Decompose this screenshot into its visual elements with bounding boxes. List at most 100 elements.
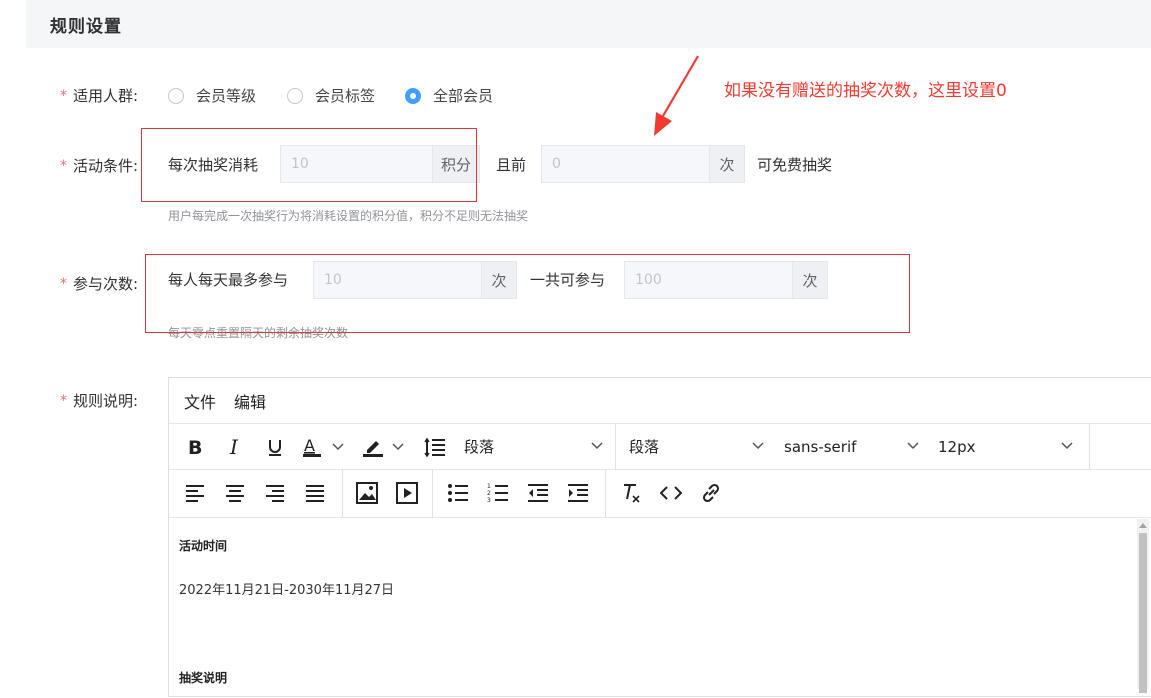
video-icon: [396, 482, 418, 504]
numbered-list-icon: 123: [487, 483, 508, 503]
participation-label: 参与次数:: [73, 275, 139, 293]
svg-text:1: 1: [487, 483, 491, 490]
required-mark: *: [60, 393, 67, 409]
annotation-arrow: [654, 55, 699, 136]
highlight-color-button[interactable]: [360, 432, 406, 462]
editor-toolbar-row-2: 123: [169, 470, 1151, 518]
underline-icon: [269, 440, 281, 456]
align-left-icon: [186, 485, 204, 502]
radio-circle[interactable]: [287, 87, 303, 104]
image-icon: [356, 482, 378, 504]
svg-text:A: A: [304, 436, 315, 455]
text-color-button[interactable]: A: [300, 432, 346, 462]
annotation-text: 如果没有赠送的抽奖次数，这里设置0: [724, 81, 1007, 101]
scrollbar-thumb[interactable]: [1139, 533, 1147, 693]
insert-image-button[interactable]: [352, 478, 382, 508]
required-mark: *: [60, 276, 67, 292]
align-right-icon: [266, 485, 284, 502]
menu-file[interactable]: 文件: [184, 389, 216, 413]
bullet-list-button[interactable]: [443, 478, 473, 508]
bold-button[interactable]: B: [180, 432, 210, 462]
free-times-input[interactable]: [542, 146, 709, 182]
editor-content[interactable]: 活动时间 2022年11月21日-2030年11月27日 抽奖说明: [169, 518, 1139, 698]
align-justify-icon: [306, 485, 324, 502]
scroll-up-arrow-icon[interactable]: [1139, 522, 1147, 528]
underline-button[interactable]: [260, 432, 290, 462]
editor-toolbar-row-1: B I A 段落 段落 sans-serif 12px: [169, 424, 1151, 470]
radio-circle-checked[interactable]: [405, 87, 421, 104]
chevron-down-icon: [907, 442, 919, 450]
rules-label: 规则说明:: [73, 392, 139, 410]
align-left-button[interactable]: [180, 478, 210, 508]
content-time-range: 2022年11月21日-2030年11月27日: [179, 583, 395, 598]
align-right-button[interactable]: [260, 478, 290, 508]
radio-member-level[interactable]: 会员等级: [168, 85, 256, 106]
svg-text:2: 2: [487, 490, 491, 497]
rich-text-editor: 文件 编辑 B I A 段落 段落 sans-serif 12px 1 2 3 …: [168, 377, 1151, 697]
align-justify-button[interactable]: [300, 478, 330, 508]
chevron-down-icon: [752, 442, 764, 450]
clear-format-icon: [624, 484, 640, 503]
chevron-down-icon: [591, 442, 603, 450]
numbered-list-button[interactable]: 123: [483, 478, 513, 508]
insert-media-button[interactable]: [392, 478, 422, 508]
radio-label: 全部会员: [433, 87, 494, 105]
line-height-icon: [424, 437, 445, 458]
menu-edit[interactable]: 编辑: [234, 389, 266, 413]
code-icon: [660, 486, 682, 500]
text-color-icon: A: [303, 436, 344, 457]
outdent-icon: [528, 484, 548, 502]
paragraph-value: 段落: [629, 438, 660, 456]
block-format-dropdown[interactable]: 段落: [464, 424, 614, 469]
free-unit: 次: [709, 146, 744, 182]
editor-scrollbar[interactable]: [1137, 519, 1149, 693]
content-heading-rules: 抽奖说明: [179, 671, 228, 685]
font-size-dropdown[interactable]: 12px: [938, 424, 1084, 469]
condition-hint: 用户每完成一次抽奖行为将消耗设置的积分值，积分不足则无法抽奖: [168, 209, 529, 223]
section-header: [26, 0, 1151, 48]
block-format-value: 段落: [464, 438, 495, 456]
toolbar-separator: [605, 470, 606, 517]
svg-text:B: B: [188, 437, 202, 457]
content-heading-time: 活动时间: [179, 539, 228, 553]
toolbar-separator: [342, 470, 343, 517]
condition-label: 活动条件:: [73, 157, 139, 175]
highlighter-icon: [363, 441, 404, 457]
insert-link-button[interactable]: [696, 478, 726, 508]
source-code-button[interactable]: [656, 478, 686, 508]
clear-format-button[interactable]: [616, 478, 646, 508]
svg-text:3: 3: [487, 497, 491, 503]
align-center-button[interactable]: [220, 478, 250, 508]
radio-all-members[interactable]: 全部会员: [405, 85, 493, 106]
toolbar-separator: [432, 470, 433, 517]
radio-label: 会员等级: [196, 87, 257, 105]
link-icon: [702, 483, 720, 503]
free-input-group: 次: [541, 145, 745, 183]
svg-text:I: I: [229, 437, 239, 457]
section-title: 规则设置: [50, 17, 122, 37]
condition-suffix: 可免费抽奖: [757, 156, 833, 174]
toolbar-separator: [615, 424, 616, 469]
annotation-box-participation: [145, 254, 910, 333]
indent-icon: [568, 484, 588, 502]
font-size-value: 12px: [938, 437, 976, 456]
italic-button[interactable]: I: [220, 432, 250, 462]
outdent-button[interactable]: [523, 478, 553, 508]
editor-menubar: 文件 编辑: [169, 378, 1151, 424]
annotation-box-points: [141, 128, 477, 202]
radio-circle[interactable]: [168, 87, 184, 104]
align-center-icon: [226, 485, 244, 502]
radio-label: 会员标签: [315, 87, 376, 105]
required-mark: *: [60, 88, 67, 104]
audience-label: 适用人群:: [73, 87, 139, 105]
condition-mid: 且前: [496, 156, 527, 174]
chevron-down-icon: [1061, 442, 1073, 450]
line-height-button[interactable]: [420, 432, 450, 462]
radio-member-tag[interactable]: 会员标签: [287, 85, 375, 106]
italic-icon: I: [229, 437, 239, 457]
indent-button[interactable]: [563, 478, 593, 508]
toolbar-separator: [1089, 424, 1090, 469]
font-family-dropdown[interactable]: sans-serif: [784, 424, 930, 469]
paragraph-dropdown[interactable]: 段落: [629, 424, 775, 469]
bold-icon: B: [188, 437, 202, 457]
